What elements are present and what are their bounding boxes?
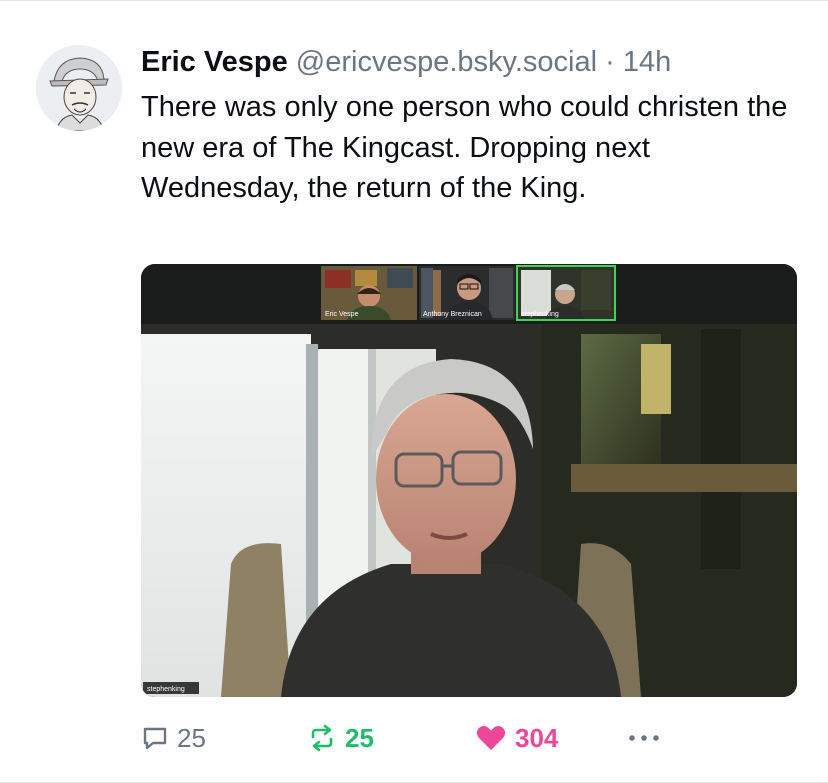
active-speaker-label: stephenking (147, 686, 185, 693)
video-embed[interactable]: Eric Vespe Anthony Breznican stephenking… (141, 264, 797, 697)
participant-3-label: stephenking (521, 311, 559, 318)
avatar-sketch-icon (36, 45, 122, 131)
post-header: Eric Vespe @ericvespe.bsky.social · 14h (141, 45, 671, 79)
heart-icon (476, 725, 506, 750)
participant-1-label: Eric Vespe (325, 311, 359, 318)
speech-bubble-icon (143, 727, 167, 750)
repost-arrows-icon (311, 724, 333, 752)
reply-button[interactable]: 25 (141, 716, 206, 760)
reply-count: 25 (177, 722, 206, 753)
ellipsis-icon (629, 735, 659, 741)
repost-count: 25 (345, 722, 374, 753)
like-button[interactable]: 304 (475, 716, 558, 760)
author-avatar[interactable] (36, 45, 122, 131)
post-text: There was only one person who could chri… (141, 91, 788, 204)
separator-dot: · (605, 46, 615, 78)
main-speaker-video[interactable] (141, 324, 797, 697)
post-timestamp[interactable]: 14h (623, 46, 671, 78)
participant-2-label: Anthony Breznican (423, 311, 482, 318)
like-count: 304 (515, 722, 559, 753)
author-handle[interactable]: @ericvespe.bsky.social (296, 46, 597, 78)
repost-button[interactable]: 25 (307, 716, 374, 760)
author-name[interactable]: Eric Vespe (141, 46, 288, 78)
post-actions: 25 25 304 (141, 716, 797, 760)
post-card[interactable]: Eric Vespe @ericvespe.bsky.social · 14h … (0, 0, 828, 783)
more-options-button[interactable] (626, 716, 662, 760)
